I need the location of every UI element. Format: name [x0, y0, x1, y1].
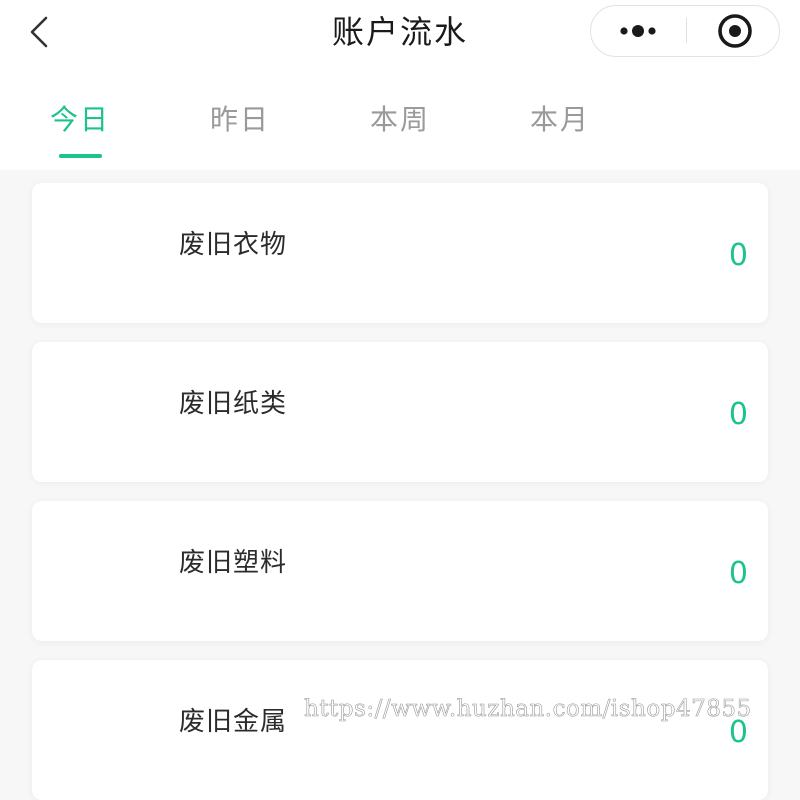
- item-label: 废旧纸类: [179, 389, 288, 419]
- more-dots-icon: [620, 25, 656, 37]
- navigation-bar: 账户流水: [0, 0, 800, 66]
- item-label: 废旧金属: [179, 707, 288, 737]
- item-value: 0: [728, 238, 748, 273]
- item-value: 0: [728, 556, 748, 591]
- tab-yesterday[interactable]: 昨日: [160, 100, 320, 140]
- target-circle-icon: [718, 14, 752, 48]
- account-flow-page: 账户流水 今日 昨日 本周 本月 废旧衣物 0 废旧纸类 0 废旧塑料 0 废旧…: [0, 0, 800, 800]
- item-value: 0: [728, 397, 748, 432]
- item-label: 废旧塑料: [179, 548, 288, 578]
- close-button[interactable]: [687, 6, 779, 55]
- date-tab-bar: 今日 昨日 本周 本月: [0, 66, 800, 170]
- item-label: 废旧衣物: [179, 230, 288, 260]
- list-item[interactable]: 废旧金属 0: [32, 660, 768, 800]
- tab-today[interactable]: 今日: [0, 100, 160, 140]
- more-button[interactable]: [591, 6, 685, 55]
- list-item[interactable]: 废旧塑料 0: [32, 501, 768, 641]
- tab-this-week[interactable]: 本周: [320, 100, 480, 140]
- mini-program-capsule: [590, 5, 780, 57]
- item-value: 0: [728, 715, 748, 750]
- tab-this-month[interactable]: 本月: [480, 100, 640, 140]
- active-tab-indicator: [59, 154, 102, 158]
- list-item[interactable]: 废旧衣物 0: [32, 183, 768, 323]
- list-item[interactable]: 废旧纸类 0: [32, 342, 768, 482]
